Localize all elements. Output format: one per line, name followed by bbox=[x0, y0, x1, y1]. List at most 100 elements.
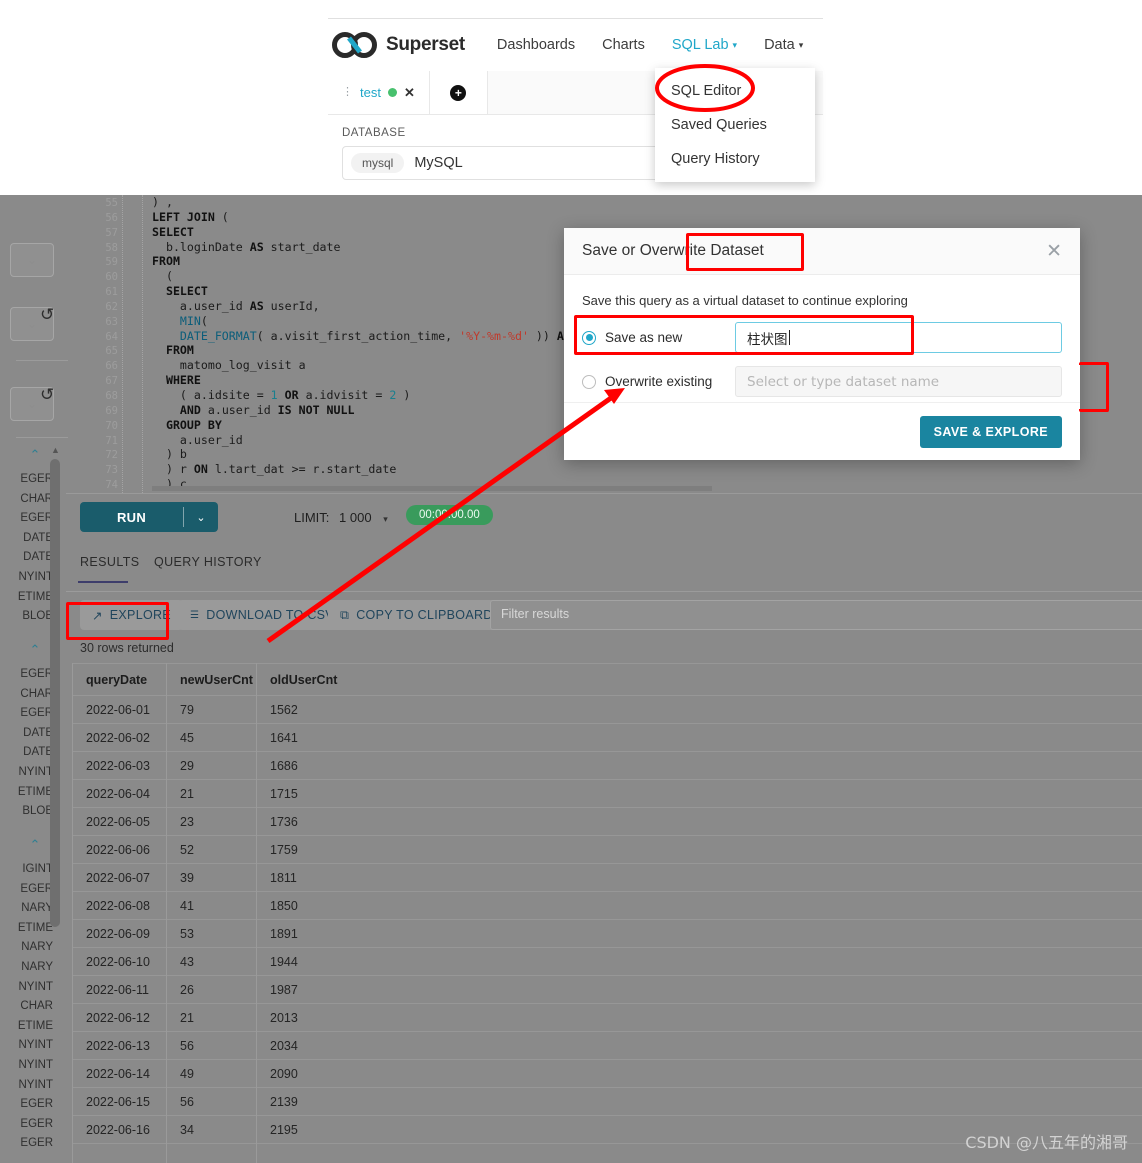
table-cell: 2022-06-09 bbox=[86, 926, 150, 941]
table-cell: 26 bbox=[180, 982, 194, 997]
table-col-divider-1 bbox=[166, 663, 167, 1163]
nav-link-charts[interactable]: Charts bbox=[602, 37, 645, 53]
line-number: 71 bbox=[105, 434, 118, 447]
code-line: ) b bbox=[152, 447, 187, 462]
overwrite-dataset-select[interactable]: Select or type dataset name bbox=[735, 366, 1062, 397]
table-collapse-2[interactable]: ⌃ bbox=[18, 642, 52, 658]
nav-link-label: Data bbox=[764, 37, 795, 53]
table-cell: 2022-06-12 bbox=[86, 1010, 150, 1025]
gutter-divider-1 bbox=[122, 195, 123, 493]
overwrite-existing-row[interactable]: Overwrite existing Select or type datase… bbox=[582, 366, 1062, 397]
schema-select-1[interactable]: ⌄ bbox=[10, 243, 54, 277]
menu-item-saved-queries[interactable]: Saved Queries bbox=[655, 108, 815, 142]
copy-clipboard-button[interactable]: ⧉ COPY TO CLIPBOARD bbox=[328, 600, 505, 630]
results-action-bar: ↗ EXPLORE ☰ DOWNLOAD TO CSV ⧉ COPY TO CL… bbox=[66, 591, 1142, 637]
filter-results-input[interactable]: Filter results bbox=[490, 600, 1142, 630]
column-type: NARY bbox=[21, 960, 53, 973]
limit-label: LIMIT: bbox=[294, 510, 330, 525]
annotation-box-save-as-new bbox=[574, 315, 914, 355]
column-type: ETIME bbox=[17, 785, 53, 798]
table-row: 2022-06-10 43 1944 bbox=[72, 948, 1142, 976]
code-line: ( bbox=[152, 269, 173, 284]
database-engine-pill: mysql bbox=[351, 153, 405, 173]
save-and-explore-button[interactable]: SAVE & EXPLORE bbox=[919, 415, 1062, 448]
column-type: EGER bbox=[20, 1137, 53, 1150]
download-csv-label: DOWNLOAD TO CSV bbox=[206, 608, 334, 622]
chevron-down-icon[interactable]: ▾ bbox=[383, 514, 388, 524]
column-header[interactable]: oldUserCnt bbox=[256, 673, 506, 687]
nav-link-sql-lab[interactable]: SQL Lab ▾ bbox=[672, 37, 737, 53]
table-row: 2022-06-15 56 2139 bbox=[72, 1088, 1142, 1116]
sidebar-scrollbar[interactable] bbox=[50, 459, 60, 927]
column-type: DATE bbox=[23, 726, 53, 739]
modal-footer: SAVE & EXPLORE bbox=[564, 402, 1080, 460]
limit-selector[interactable]: LIMIT: 1 000 ▾ bbox=[294, 510, 388, 525]
table-row: 2022-06-13 56 2034 bbox=[72, 1032, 1142, 1060]
column-type: NYINT bbox=[18, 765, 54, 778]
column-type: NYINT bbox=[18, 570, 54, 583]
line-number: 70 bbox=[105, 419, 118, 432]
table-collapse-1[interactable]: ⌃ bbox=[18, 447, 52, 463]
column-type: EGER bbox=[20, 473, 53, 485]
editor-vertical-scrollbar[interactable] bbox=[1127, 195, 1136, 493]
sql-tab-test[interactable]: ⋮ test ✕ bbox=[328, 71, 430, 114]
tab-query-history[interactable]: QUERY HISTORY bbox=[154, 555, 262, 569]
close-icon[interactable]: ✕ bbox=[404, 85, 415, 101]
gutter-divider-2 bbox=[142, 195, 143, 493]
results-tabbar: RESULTS QUERY HISTORY bbox=[66, 541, 1142, 587]
tab-results[interactable]: RESULTS bbox=[80, 555, 140, 569]
table-cell: 45 bbox=[180, 730, 194, 745]
table-cell: 52 bbox=[180, 842, 194, 857]
run-button[interactable]: RUN ⌄ bbox=[80, 502, 218, 532]
refresh-icon-2[interactable]: ↺ bbox=[40, 385, 54, 405]
table-collapse-3[interactable]: ⌃ bbox=[18, 837, 52, 853]
sql-code-text[interactable]: ) , LEFT JOIN (SELECT b.loginDate AS star… bbox=[152, 195, 592, 493]
column-type-list-2: EGER CHAR EGER DATE DATE NYINT ETIME BLOB bbox=[0, 668, 56, 825]
column-type: BLOB bbox=[22, 805, 53, 818]
table-cell: 2022-06-08 bbox=[86, 898, 150, 913]
kebab-menu-icon[interactable]: ⋮ bbox=[342, 87, 353, 98]
code-line: a.user_id AS userId, bbox=[152, 298, 320, 313]
line-number: 57 bbox=[105, 226, 118, 239]
column-type: EGER bbox=[20, 882, 53, 895]
sql-tab-label: test bbox=[360, 85, 381, 100]
refresh-icon-1[interactable]: ↺ bbox=[40, 305, 54, 325]
nav-link-dashboards[interactable]: Dashboards bbox=[497, 37, 575, 53]
close-icon[interactable]: ✕ bbox=[1046, 242, 1062, 261]
menu-item-sql-editor[interactable]: SQL Editor bbox=[655, 74, 815, 108]
table-cell: 2022-06-03 bbox=[86, 758, 150, 773]
top-white-strip: Superset Dashboards Charts SQL Lab ▾ Data ▾ ⋮… bbox=[0, 0, 1142, 195]
superset-brand[interactable]: Superset bbox=[332, 32, 465, 58]
column-type: CHAR bbox=[20, 492, 53, 505]
column-type: EGER bbox=[20, 707, 53, 720]
radio-overwrite-existing[interactable] bbox=[582, 374, 596, 389]
column-type: CHAR bbox=[20, 1000, 53, 1013]
sql-lab-dropdown-menu: SQL Editor Saved Queries Query History bbox=[655, 68, 815, 182]
table-cell: 2195 bbox=[270, 1122, 298, 1137]
line-number: 63 bbox=[105, 315, 118, 328]
add-tab-button[interactable]: + bbox=[429, 71, 488, 114]
download-csv-button[interactable]: ☰ DOWNLOAD TO CSV bbox=[178, 600, 346, 630]
column-header[interactable]: queryDate bbox=[72, 673, 166, 687]
code-line: b.loginDate AS start_date bbox=[152, 239, 341, 254]
nav-link-data[interactable]: Data ▾ bbox=[764, 37, 803, 53]
menu-item-query-history[interactable]: Query History bbox=[655, 142, 815, 176]
column-type: DATE bbox=[23, 551, 53, 564]
code-line: ( a.idsite = 1 OR a.idvisit = 2 ) bbox=[152, 387, 411, 402]
editor-horizontal-scrollbar[interactable] bbox=[152, 486, 712, 491]
table-cell: 2022-06-11 bbox=[86, 982, 150, 997]
column-header[interactable]: newUserCnt bbox=[166, 673, 256, 687]
table-cell: 1891 bbox=[270, 926, 298, 941]
table-cell: 34 bbox=[180, 1122, 194, 1137]
column-type: DATE bbox=[23, 531, 53, 544]
table-cell: 2022-06-01 bbox=[86, 702, 150, 717]
column-type: BLOB bbox=[22, 610, 53, 623]
line-number: 60 bbox=[105, 271, 118, 284]
file-icon: ☰ bbox=[190, 609, 200, 621]
nav-link-label: Dashboards bbox=[496, 37, 576, 53]
chevron-down-icon[interactable]: ⌄ bbox=[184, 511, 218, 524]
column-type: NYINT bbox=[18, 980, 54, 993]
table-cell: 2022-06-15 bbox=[86, 1094, 150, 1109]
scroll-up-arrow[interactable]: ▲ bbox=[50, 445, 61, 456]
line-number: 65 bbox=[105, 345, 118, 358]
